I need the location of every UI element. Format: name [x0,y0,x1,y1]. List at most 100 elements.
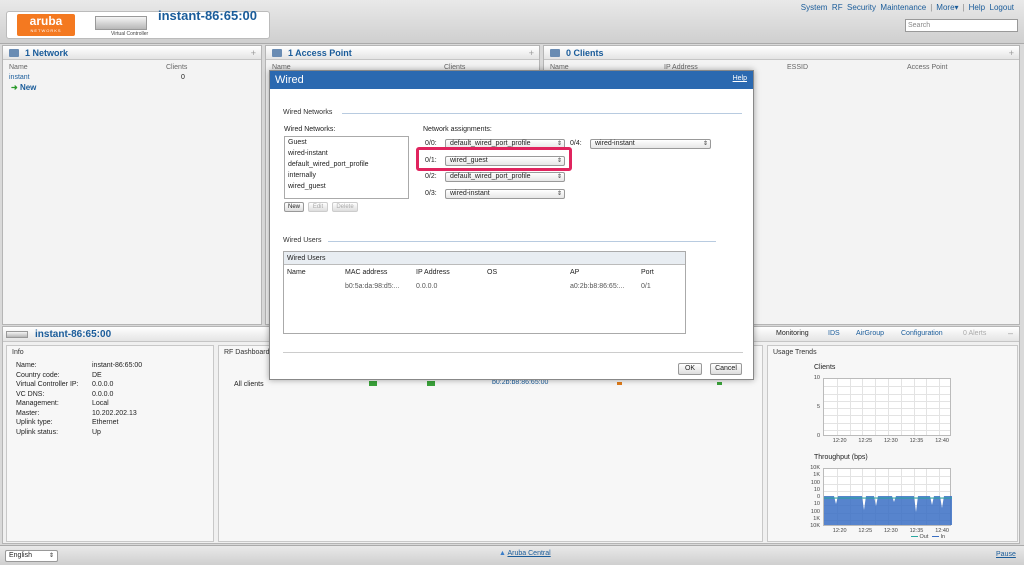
all-clients-label: All clients [234,381,264,388]
vc-label: Virtual Controller [111,31,149,37]
section-divider [328,241,716,242]
throughput-area [824,496,952,525]
x-tick-label: 12:20 [832,438,847,444]
grid-line [824,386,950,388]
new-button[interactable]: New [284,202,304,212]
wired-dialog-title: Wired [275,74,304,86]
wired-networks-list[interactable]: Guest wired-instant default_wired_port_p… [284,136,409,199]
device-icon [6,331,28,338]
port-0-3-select[interactable]: wired-instant ⇕ [445,189,565,199]
info-label: Name: [16,362,37,369]
grid-line [926,379,928,435]
menu-more[interactable]: More▾ [936,3,958,12]
networks-panel: 1 Network + Name Clients instant 0 ➜ New [2,45,262,325]
edit-button[interactable]: Edit [308,202,328,212]
delete-button[interactable]: Delete [332,202,358,212]
grid-line [862,379,864,435]
network-row-clients: 0 [181,74,185,81]
throughput-legend: Out In [911,534,945,540]
list-item[interactable]: wired-instant [288,150,328,157]
collapse-button[interactable]: – [1008,328,1013,338]
info-value: Local [92,400,109,407]
menu-help[interactable]: Help [969,3,985,12]
info-value: instant-86:65:00 [92,362,143,369]
virtual-controller-icon [95,16,147,30]
help-link[interactable]: Help [733,75,747,82]
ok-button[interactable]: OK [678,363,702,375]
port-0-4-select[interactable]: wired-instant ⇕ [590,139,711,149]
grid-line [939,379,941,435]
grid-line [824,429,950,431]
info-value: Up [92,428,101,436]
y-tick-label: 10 [813,501,820,508]
tab-monitoring[interactable]: Monitoring [776,330,809,337]
port-0-2-select[interactable]: default_wired_port_profile ⇕ [445,172,565,182]
info-value: 0.0.0.0 [92,390,114,398]
search-input[interactable]: Search [905,19,1018,32]
list-item[interactable]: default_wired_port_profile [288,161,369,168]
tab-alerts[interactable]: 0 Alerts [963,330,986,337]
menu-system[interactable]: System [801,3,828,12]
col-name: Name [9,64,28,71]
new-network-link[interactable]: ➜ New [11,83,36,92]
rf-dashboard-title: RF Dashboard [224,349,270,356]
add-ap-button[interactable]: + [529,46,534,60]
ap-panel-title: 1 Access Point [288,48,352,58]
table-cell: b0:5a:da:98:d5:... [345,283,400,290]
network-row-instant[interactable]: instant [9,74,30,81]
language-value: English [9,552,32,559]
menu-rf[interactable]: RF [832,3,843,12]
aruba-central-link[interactable]: ▲ Aruba Central [499,550,551,557]
add-client-button[interactable]: + [1009,46,1014,60]
list-item[interactable]: Guest [288,139,307,146]
select-arrows-icon: ⇕ [556,191,562,197]
y-tick-label: 100 [810,479,820,486]
grid-line [913,379,915,435]
info-label: VC DNS: [16,390,45,398]
y-tick-label: 10K [810,523,820,529]
arrow-right-icon: ➜ [11,83,18,92]
select-arrows-icon: ⇕ [702,141,708,147]
signal-bar-icon [369,381,377,386]
tab-configuration[interactable]: Configuration [901,330,943,337]
add-network-button[interactable]: + [251,46,256,60]
list-item[interactable]: internally [288,172,316,179]
throughput-chart-title: Throughput (bps) [814,454,868,461]
cancel-button[interactable]: Cancel [710,363,742,375]
y-tick-label: 10K [810,465,820,471]
signal-bar-icon [717,382,722,385]
legend-in-label: In [940,534,946,540]
grid-line [900,379,902,435]
grid-line [824,393,950,395]
port-0-1-highlight [416,147,572,171]
networks-panel-title: 1 Network [25,48,69,58]
port-0-2-value: default_wired_port_profile [450,173,531,180]
info-value: 0.0.0.0 [92,381,114,388]
aruba-central-label[interactable]: Aruba Central [508,550,551,557]
menu-security[interactable]: Security [847,3,876,12]
list-item[interactable]: wired_guest [288,183,326,190]
info-panel: Info Name: instant-86:65:00 Country code: D… [6,345,214,542]
pause-label[interactable]: Pause [996,551,1016,558]
tab-ids[interactable]: IDS [828,330,840,337]
clients-col-essid: ESSID [787,64,809,71]
menu-logout[interactable]: Logout [990,3,1014,12]
y-tick-label: 1K [813,515,820,522]
tab-airgroup[interactable]: AirGroup [856,330,884,337]
rf-mac-link[interactable]: b0:2b:b8:86:65:00 [492,379,548,386]
legend-out-swatch [911,536,918,538]
grid-line [824,400,950,402]
logo-text: aruba [29,14,63,28]
wired-networks-label: Wired Networks: [284,126,336,133]
language-select[interactable]: English ⇕ [5,550,58,562]
menu-maintenance[interactable]: Maintenance [880,3,926,12]
select-arrows-icon: ⇕ [556,174,562,180]
grid-line [849,379,851,435]
table-cell: 0/1 [641,283,651,290]
info-label: Uplink type: [16,419,53,426]
network-assignments-label: Network assignments: [423,126,492,133]
usage-trends-title: Usage Trends [773,349,817,356]
y-tick-label: 10 [813,375,820,381]
footer-divider [283,352,743,353]
pause-link[interactable]: Pause [996,551,1016,558]
